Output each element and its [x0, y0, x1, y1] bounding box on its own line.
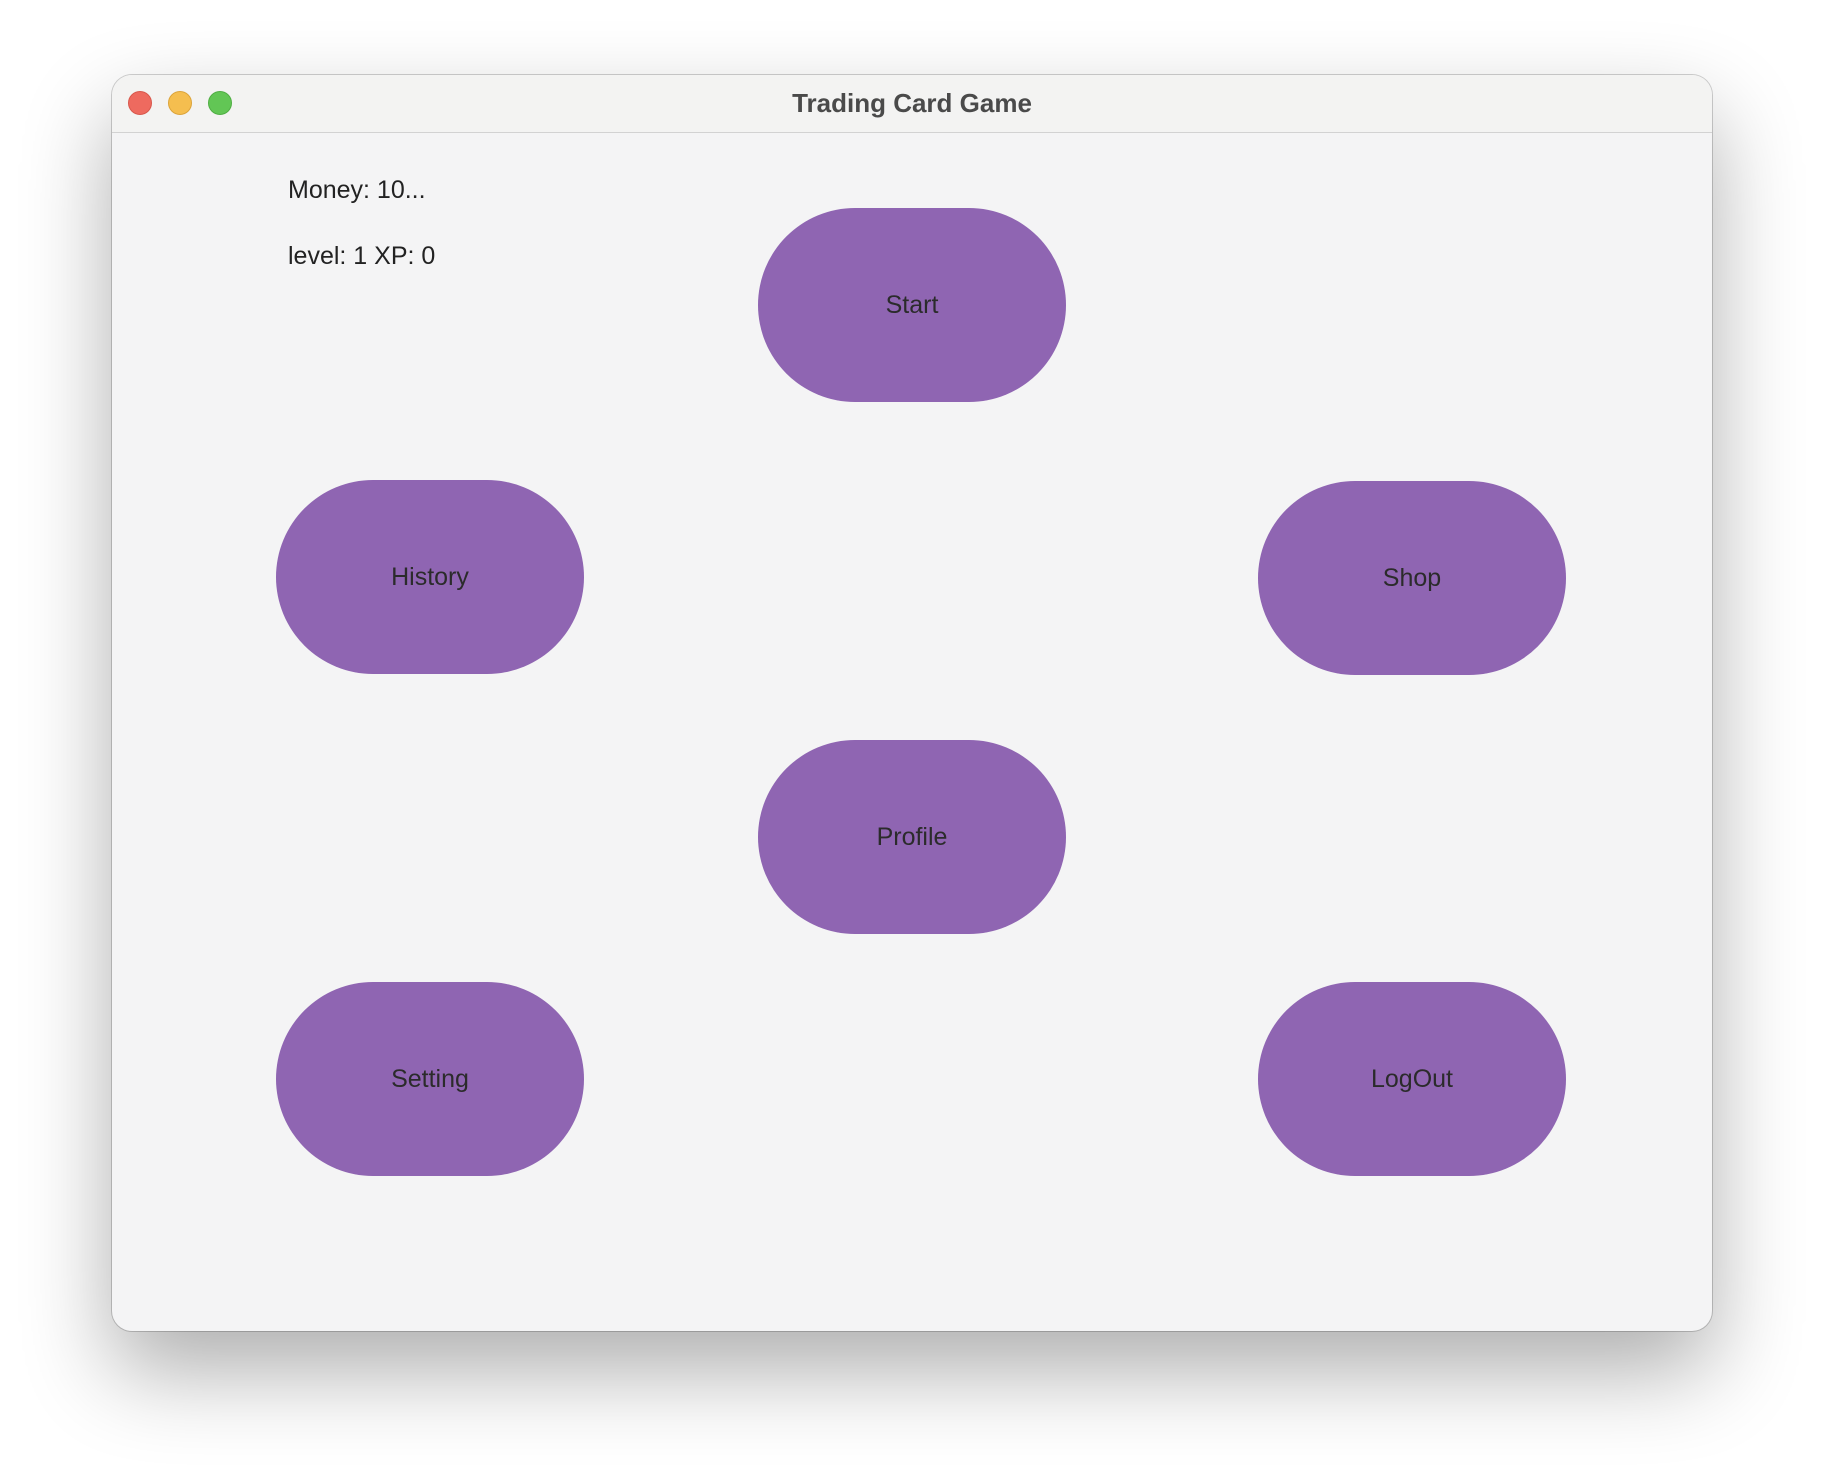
app-window: Trading Card Game Money: 10... level: 1 … — [112, 75, 1712, 1331]
logout-button[interactable]: LogOut — [1258, 982, 1566, 1176]
title-bar[interactable]: Trading Card Game — [112, 75, 1712, 133]
profile-button[interactable]: Profile — [758, 740, 1066, 934]
main-menu: Money: 10... level: 1 XP: 0 Start Histor… — [112, 133, 1712, 1331]
setting-button[interactable]: Setting — [276, 982, 584, 1176]
window-title: Trading Card Game — [792, 88, 1032, 118]
shop-button[interactable]: Shop — [1258, 481, 1566, 675]
history-button[interactable]: History — [276, 480, 584, 674]
level-xp-label: level: 1 XP: 0 — [288, 242, 436, 270]
start-button[interactable]: Start — [758, 208, 1066, 402]
money-label: Money: 10... — [288, 176, 426, 204]
